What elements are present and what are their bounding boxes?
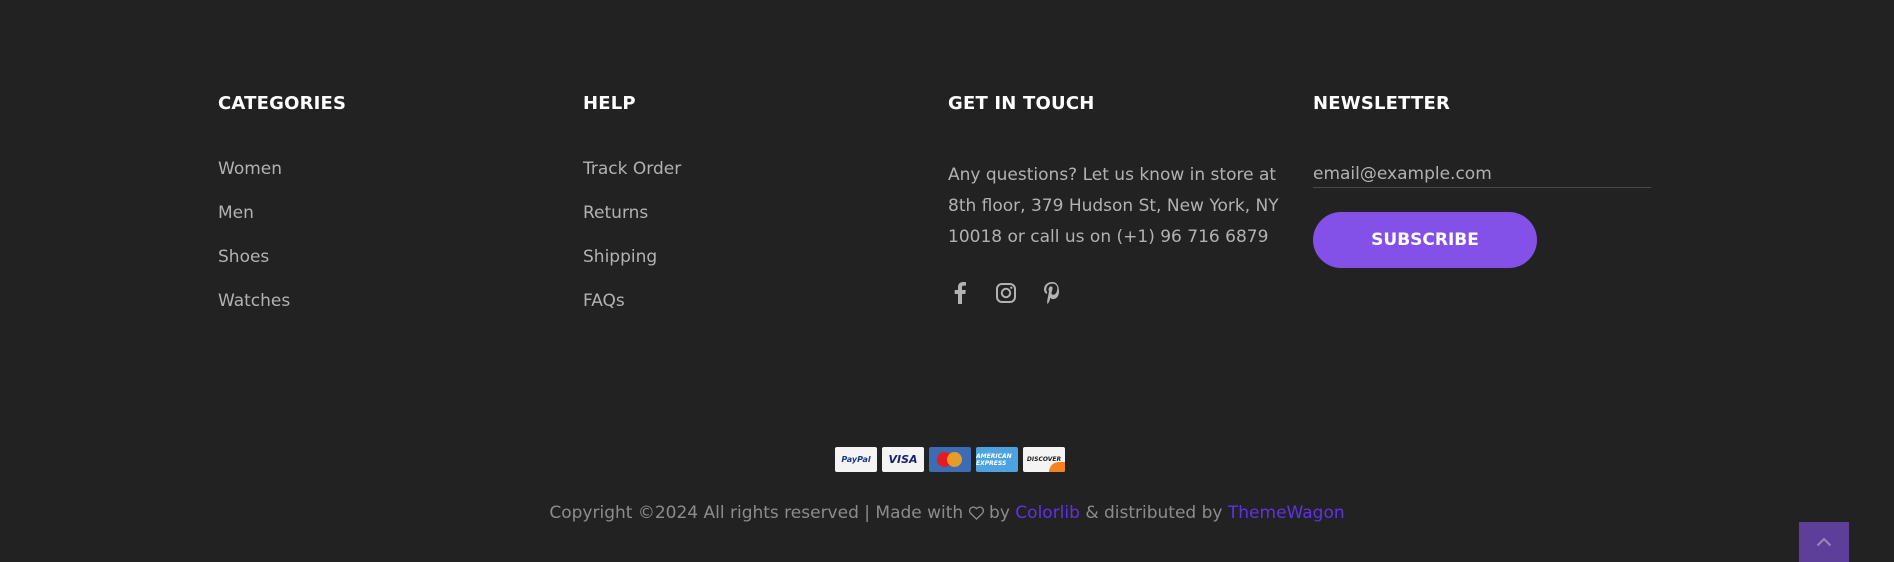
category-link-watches[interactable]: Watches	[218, 292, 583, 336]
help-column: HELP Track Order Returns Shipping FAQs	[583, 92, 948, 336]
paypal-icon: PayPal	[835, 447, 877, 472]
copyright-prefix: Copyright ©2024 All rights reserved | Ma…	[549, 503, 964, 523]
get-in-touch-column: GET IN TOUCH Any questions? Let us know …	[948, 92, 1313, 336]
help-link-track-order[interactable]: Track Order	[583, 160, 948, 204]
newsletter-email-input[interactable]	[1313, 160, 1651, 188]
facebook-icon[interactable]	[948, 281, 972, 305]
subscribe-button[interactable]: SUBSCRIBE	[1313, 212, 1537, 268]
back-to-top-button[interactable]	[1799, 522, 1849, 562]
help-link-faqs[interactable]: FAQs	[583, 292, 948, 336]
help-link-returns[interactable]: Returns	[583, 204, 948, 248]
payment-methods: PayPal VISA AMERICAN EXPRESS DISCOVER	[835, 447, 1065, 472]
visa-icon: VISA	[882, 447, 924, 472]
heart-icon	[968, 505, 984, 525]
social-links	[948, 281, 1313, 305]
category-link-women[interactable]: Women	[218, 160, 583, 204]
newsletter-title: NEWSLETTER	[1313, 93, 1451, 114]
categories-title: CATEGORIES	[218, 93, 347, 114]
category-link-shoes[interactable]: Shoes	[218, 248, 583, 292]
category-link-men[interactable]: Men	[218, 204, 583, 248]
copyright-text: Copyright ©2024 All rights reserved | Ma…	[0, 503, 1894, 525]
mastercard-icon	[929, 447, 971, 472]
categories-list: Women Men Shoes Watches	[218, 160, 583, 336]
copyright-by: by	[989, 503, 1010, 523]
pinterest-icon[interactable]	[1040, 281, 1064, 305]
help-title: HELP	[583, 93, 636, 114]
colorlib-link[interactable]: Colorlib	[1015, 503, 1080, 523]
instagram-icon[interactable]	[994, 281, 1018, 305]
categories-column: CATEGORIES Women Men Shoes Watches	[218, 92, 583, 336]
chevron-up-icon	[1816, 537, 1832, 547]
newsletter-column: NEWSLETTER SUBSCRIBE	[1313, 92, 1678, 336]
copyright-distributed: & distributed by	[1085, 503, 1223, 523]
help-list: Track Order Returns Shipping FAQs	[583, 160, 948, 336]
contact-text: Any questions? Let us know in store at 8…	[948, 165, 1279, 247]
discover-icon: DISCOVER	[1023, 447, 1065, 472]
amex-icon: AMERICAN EXPRESS	[976, 447, 1018, 472]
get-in-touch-title: GET IN TOUCH	[948, 93, 1095, 114]
footer-columns: CATEGORIES Women Men Shoes Watches HELP …	[218, 92, 1678, 336]
themewagon-link[interactable]: ThemeWagon	[1228, 503, 1345, 523]
help-link-shipping[interactable]: Shipping	[583, 248, 948, 292]
